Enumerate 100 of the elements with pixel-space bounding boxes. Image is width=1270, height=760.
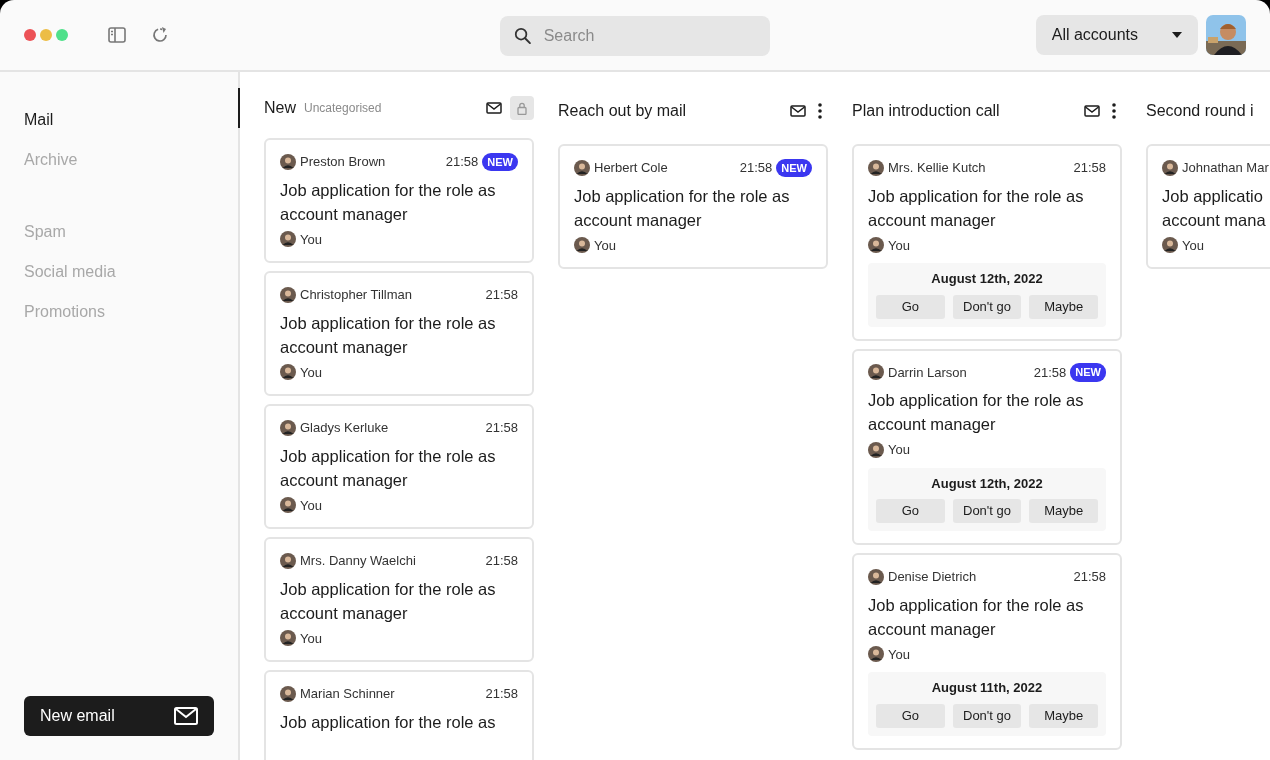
rsvp-button[interactable]: Go (876, 703, 945, 728)
rsvp-button[interactable]: Don't go (952, 703, 1022, 728)
new-email-button[interactable]: New email (24, 696, 214, 736)
avatar-icon (868, 441, 884, 458)
email-card[interactable]: Christopher Tillman 21:58 Job application for the role as account manager You (264, 271, 534, 396)
event-date: August 12th, 2022 (930, 474, 1044, 493)
email-subject: Job application for the role as account manager (280, 578, 496, 624)
email-time: 21:58 (1073, 568, 1106, 586)
recipient-name: You (300, 629, 322, 648)
email-card[interactable]: Gladys Kerluke 21:58 Job application for the role as account manager You (264, 404, 534, 529)
email-time: 21:58 (485, 552, 518, 570)
avatar-icon (868, 646, 884, 663)
refresh-icon[interactable] (150, 25, 170, 45)
email-subject: Job application for the role as account manager (868, 185, 1084, 231)
recipient-name: You (594, 236, 616, 255)
email-subject: Job application for the role as account manager (280, 445, 496, 491)
sidebar-toggle-icon[interactable] (108, 27, 126, 43)
column-title: Reach out by mail (558, 101, 687, 121)
avatar-icon (280, 552, 296, 569)
email-card[interactable]: Mrs. Danny Waelchi 21:58 Job application for the role as account manager You (264, 537, 534, 662)
recipient-name: You (888, 645, 910, 664)
email-card[interactable]: Herbert Cole 21:58 NEW Job application for the role as account manager You (558, 144, 828, 269)
email-card[interactable]: Preston Brown 21:58 NEW Job application for the role as account manager You (264, 138, 534, 263)
more-icon[interactable] (1112, 103, 1116, 119)
search-field[interactable]: Search (541, 23, 756, 49)
avatar-icon (280, 231, 296, 248)
window-control-dot[interactable] (24, 29, 36, 41)
mail-icon[interactable] (486, 101, 502, 115)
sender-name: Herbert Cole (594, 159, 668, 177)
avatar-icon (574, 237, 590, 254)
email-subject: Job application for the role as account manager (868, 594, 1084, 640)
email-card[interactable]: Darrin Larson 21:58 NEW Job application for the role as account manager You August 12th, 2022 Go Don't go Maybe (852, 348, 1122, 545)
email-time: 21:58 (485, 419, 518, 437)
search-icon (514, 26, 532, 46)
email-subject: Job application for the role as account manager (280, 179, 496, 225)
avatar-icon (868, 159, 884, 176)
sender-name: Mrs. Danny Waelchi (300, 552, 416, 570)
email-time: 21:58 (485, 286, 518, 304)
recipient-name: You (888, 441, 910, 459)
email-subject: Job application for the role as account manager (574, 185, 790, 231)
recipient-name: You (300, 496, 322, 515)
avatar-icon (868, 568, 884, 585)
email-time: 21:58 (445, 153, 479, 171)
mail-icon[interactable] (1084, 104, 1100, 118)
email-card[interactable]: Marian Schinner 21:58 Job application for the role as (264, 670, 534, 760)
email-subject: Job application for the role as (280, 711, 496, 733)
rsvp-button[interactable]: Maybe (1029, 703, 1098, 728)
lock-icon (517, 101, 527, 115)
window-control-dot[interactable] (56, 29, 68, 41)
column-title: Second round i (1146, 101, 1254, 121)
avatar-icon (280, 153, 296, 170)
recipient-name: You (300, 230, 322, 249)
rsvp-button[interactable]: Maybe (1029, 294, 1098, 319)
email-subject: Job application for the role as account manager (868, 390, 1084, 435)
search-box[interactable]: Search (500, 16, 770, 56)
column-title: New (264, 98, 296, 118)
avatar-icon (280, 364, 296, 381)
email-time: 21:58 (1073, 159, 1106, 177)
sender-name: Darrin Larson (888, 363, 967, 382)
sender-name: Marian Schinner (300, 685, 395, 703)
column-subtitle: Uncategorised (304, 100, 382, 117)
avatar-icon (1162, 237, 1178, 254)
rsvp-button[interactable]: Maybe (1029, 499, 1098, 523)
recipient-name: You (1182, 236, 1204, 255)
recipient-name: You (888, 236, 910, 255)
column-title: Plan introduction call (852, 101, 1000, 121)
rsvp-button[interactable]: Go (876, 499, 945, 523)
email-subject: Job applicatio account mana (1162, 185, 1266, 231)
email-time: 21:58 (1033, 363, 1067, 382)
new-badge: NEW (482, 152, 518, 171)
rsvp-button[interactable]: Don't go (952, 294, 1022, 319)
sender-name: Preston Brown (300, 153, 386, 171)
more-icon[interactable] (818, 103, 822, 119)
sender-name: Christopher Tillman (300, 286, 412, 304)
sidebar-item[interactable]: Mail (24, 100, 238, 140)
sender-name: Gladys Kerluke (300, 419, 389, 437)
sender-name: Mrs. Kellie Kutch (888, 159, 986, 177)
caret-icon (1172, 32, 1182, 38)
account-dropdown[interactable]: All accounts (1035, 15, 1198, 55)
email-time: 21:58 (739, 159, 773, 177)
window-control-dot[interactable] (40, 29, 52, 41)
email-time: 21:58 (485, 685, 518, 703)
email-subject: Job application for the role as account manager (280, 312, 496, 358)
event-date: August 11th, 2022 (930, 679, 1044, 697)
mail-icon[interactable] (790, 104, 806, 118)
avatar-icon (280, 419, 296, 436)
email-card[interactable]: Mrs. Kellie Kutch 21:58 Job application for the role as account manager You August 12th, 2022 Go Don't go Maybe (852, 144, 1122, 341)
rsvp-button[interactable]: Go (876, 294, 945, 319)
rsvp-button[interactable]: Don't go (952, 499, 1022, 523)
email-card[interactable]: Johnathan Mar Job applicatio account mana You (1146, 144, 1270, 269)
email-card[interactable]: Denise Dietrich 21:58 Job application for the role as account manager You August 11th, 2022 Go Don't go Maybe (852, 553, 1122, 750)
avatar-icon (280, 497, 296, 514)
avatar-icon (574, 159, 590, 176)
avatar-icon (868, 364, 884, 381)
avatar-icon (868, 237, 884, 254)
sender-name: Denise Dietrich (888, 568, 977, 586)
avatar-icon (1162, 159, 1178, 176)
avatar-icon (280, 685, 296, 702)
recipient-name: You (300, 363, 322, 382)
new-badge: NEW (776, 158, 812, 177)
